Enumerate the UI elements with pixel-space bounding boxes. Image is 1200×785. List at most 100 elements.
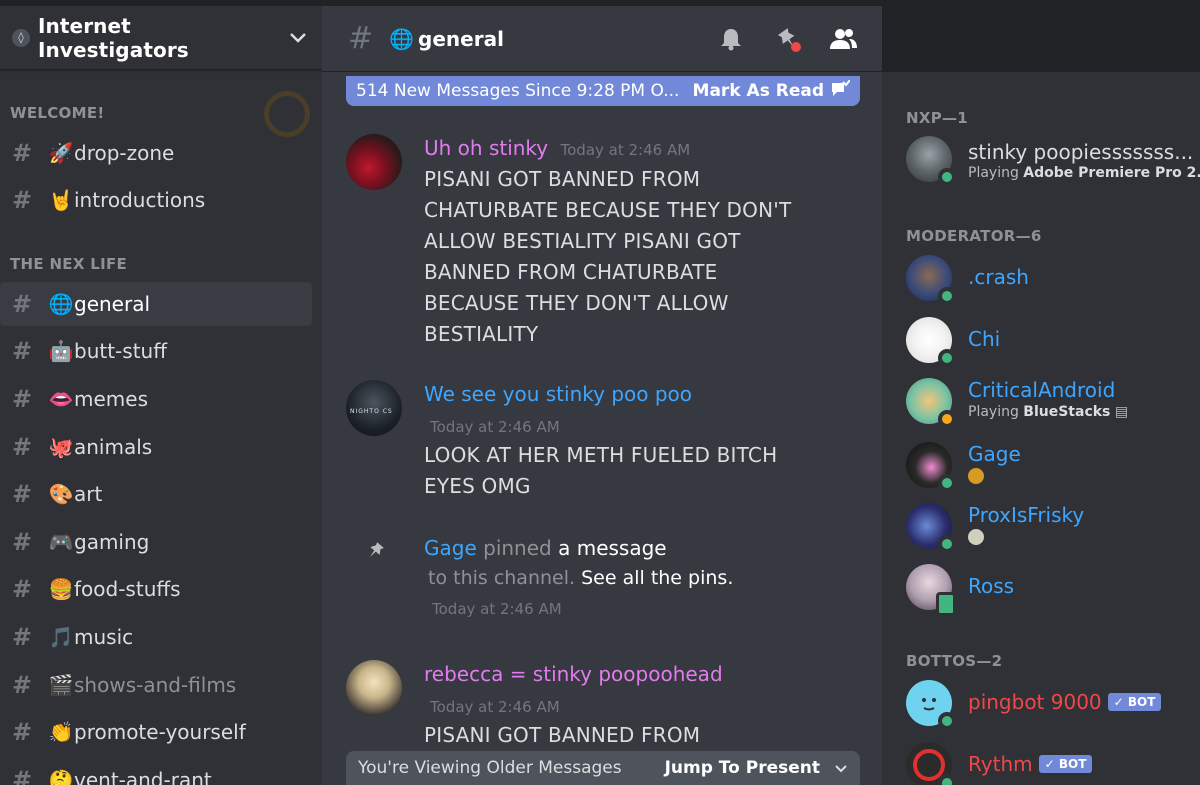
globe-icon: 🌐 (48, 292, 74, 316)
jump-to-present-button[interactable]: Jump To Present (665, 758, 820, 778)
author-name[interactable]: Uh oh stinky (424, 136, 548, 160)
message-text: PISANI GOT BANNED FROM CHATURBATE BECAUS… (424, 167, 792, 346)
avatar[interactable] (346, 660, 402, 716)
online-status-icon (938, 168, 956, 186)
category-the-nex-life[interactable]: THE NEX LIFE (10, 255, 127, 273)
member-item[interactable]: ProxIsFrisky (906, 503, 1196, 553)
bell-icon[interactable] (716, 24, 746, 54)
channel-promote-yourself[interactable]: # 👏 promote-yourself (0, 710, 312, 754)
channel-label: promote-yourself (74, 720, 246, 744)
member-item[interactable]: Ross (906, 564, 1196, 616)
server-badge-icon: ◊ (12, 28, 30, 47)
channel-art[interactable]: # 🎨 art (0, 472, 312, 516)
online-status-icon (938, 774, 956, 785)
pin-icon[interactable] (773, 24, 803, 54)
activity-prefix: Playing (968, 404, 1024, 420)
message-author[interactable]: Uh oh stinky Today at 2:46 AM (424, 136, 690, 160)
category-welcome[interactable]: WELCOME! (10, 104, 105, 122)
channel-drop-zone[interactable]: # 🚀 drop-zone (0, 131, 312, 175)
channel-vent-and-rant[interactable]: # 🤔 vent-and-rant (0, 758, 312, 785)
mark-as-read-button[interactable]: Mark As Read (693, 81, 824, 101)
mouth-icon: 👄 (48, 387, 74, 411)
hash-icon: # (12, 480, 33, 508)
activity-prefix: Playing (968, 165, 1024, 181)
hash-icon: # (12, 290, 33, 318)
activity-name: Adobe Premiere Pro 2... (1023, 165, 1200, 181)
see-pins-link[interactable]: See all the pins. (581, 567, 733, 589)
member-name: Chi (968, 327, 1001, 351)
bot-name: Rythm (968, 752, 1033, 776)
pin-user[interactable]: Gage (424, 536, 477, 560)
member-group-label: MODERATOR—6 (906, 227, 1042, 245)
member-item[interactable]: stinky poopiesssssss... Playing Adobe Pr… (906, 136, 1200, 186)
chevron-down-icon[interactable] (834, 759, 848, 778)
member-list: NXP—1 stinky poopiesssssss... Playing Ad… (882, 72, 1200, 785)
status-emoji-icon (968, 468, 984, 484)
thinking-icon: 🤔 (48, 768, 74, 785)
channel-music[interactable]: # 🎵 music (0, 615, 312, 659)
category-label: WELCOME! (10, 104, 105, 122)
hash-icon: # (12, 575, 33, 603)
channel-introductions[interactable]: # 🤘 introductions (0, 178, 312, 222)
pin-line: Gage pinned a message (424, 536, 667, 560)
channel-label: general (74, 292, 151, 316)
hash-icon: # (12, 528, 33, 556)
rocket-icon: 🚀 (48, 141, 74, 165)
bot-badge: ✓ BOT (1107, 693, 1162, 711)
older-messages-text: You're Viewing Older Messages (358, 758, 622, 778)
channel-animals[interactable]: # 🐙 animals (0, 425, 312, 469)
chat-area: # 🌐 general ? 514 New Messages Since 9:2… (322, 6, 882, 785)
member-item[interactable]: Gage (906, 442, 1196, 492)
member-name: stinky poopiesssssss... (968, 140, 1194, 164)
hash-icon: # (12, 671, 33, 699)
channel-gaming[interactable]: # 🎮 gaming (0, 520, 312, 564)
member-item[interactable]: .crash (906, 255, 1196, 305)
pinned-message-link[interactable]: a message (558, 536, 667, 560)
message-text: LOOK AT HER METH FUELED BITCH EYES OMG (424, 443, 778, 498)
member-name: Gage (968, 442, 1021, 466)
member-item[interactable]: Rythm ✓ BOT (906, 742, 1196, 785)
avatar[interactable] (346, 134, 402, 190)
channel-label: vent-and-rant (74, 768, 212, 785)
members-icon[interactable] (828, 24, 858, 54)
pin-icon (364, 540, 386, 566)
avatar-caption: NIGHTO CS (350, 408, 393, 415)
chevron-down-icon[interactable] (286, 26, 310, 50)
member-name: Rythm ✓ BOT (968, 752, 1093, 776)
pin-channel-text: to this channel. (428, 567, 576, 589)
channel-general[interactable]: # 🌐 general (0, 282, 312, 326)
avatar[interactable]: NIGHTO CS (346, 380, 402, 436)
older-messages-bar[interactable]: You're Viewing Older Messages Jump To Pr… (346, 751, 860, 785)
channel-butt-stuff[interactable]: # 🤖 butt-stuff (0, 329, 312, 373)
server-name: Internet Investigators (38, 13, 189, 62)
server-header[interactable]: ◊ Internet Investigators (0, 6, 322, 70)
hash-icon: # (348, 21, 374, 56)
channel-label: animals (74, 435, 153, 459)
author-name[interactable]: rebecca = stinky poopoohead (424, 662, 723, 686)
channel-food-stuffs[interactable]: # 🍔 food-stuffs (0, 567, 312, 611)
timestamp: Today at 2:46 AM (430, 418, 560, 436)
timestamp: Today at 2:46 AM (560, 141, 691, 159)
member-item[interactable]: pingbot 9000 ✓ BOT (906, 680, 1196, 730)
hash-icon: # (12, 337, 33, 365)
channel-memes[interactable]: # 👄 memes (0, 377, 312, 421)
robot-icon: 🤖 (48, 339, 74, 363)
message: NIGHTO CS We see you stinky poo poo Toda… (322, 380, 862, 510)
hash-icon: # (12, 186, 33, 214)
channel-label: butt-stuff (74, 339, 167, 363)
rock-hand-icon: 🤘 (48, 188, 74, 212)
online-status-icon (938, 712, 956, 730)
mark-read-icon[interactable] (830, 79, 851, 102)
online-status-icon (938, 349, 956, 367)
member-name: pingbot 9000 ✓ BOT (968, 690, 1162, 714)
online-status-icon (938, 535, 956, 553)
author-name[interactable]: We see you stinky poo poo (424, 382, 692, 406)
channel-label: food-stuffs (74, 577, 181, 601)
new-messages-bar[interactable]: 514 New Messages Since 9:28 PM O... Mark… (346, 76, 860, 106)
channel-label: drop-zone (74, 141, 175, 165)
member-item[interactable]: Chi (906, 317, 1196, 367)
mobile-status-icon (936, 592, 956, 616)
timestamp: Today at 2:46 AM (430, 698, 560, 716)
channel-shows-and-films[interactable]: # 🎬 shows-and-films (0, 663, 312, 707)
member-item[interactable]: CriticalAndroid Playing BlueStacks ▤ (906, 378, 1196, 428)
